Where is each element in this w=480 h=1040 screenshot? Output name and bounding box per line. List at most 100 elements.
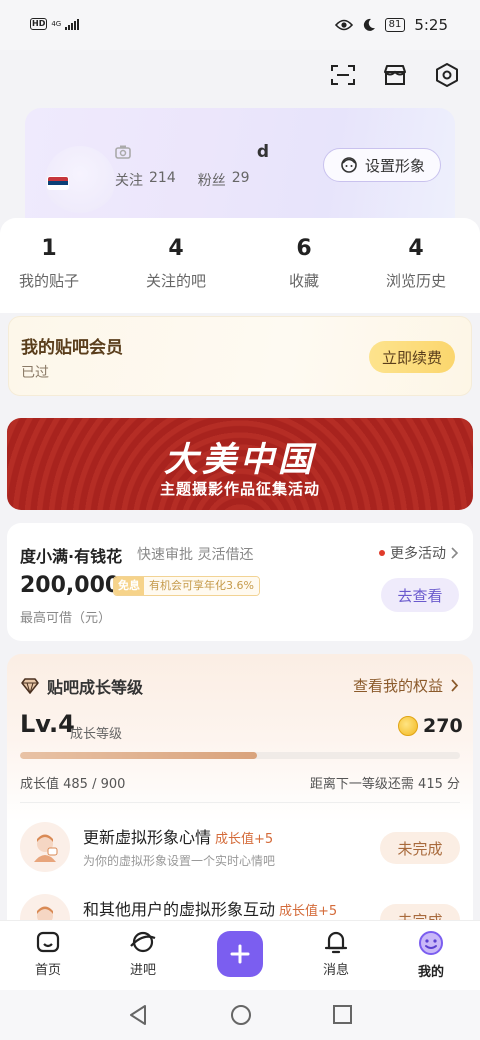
- stat-history[interactable]: 4 浏览历史: [361, 236, 471, 291]
- growth-progress-bar: [20, 752, 460, 759]
- task-avatar-icon: [20, 822, 70, 872]
- renew-button[interactable]: 立即续费: [369, 341, 455, 373]
- diamond-icon: [21, 678, 39, 694]
- loan-limit-label: 最高可借（元）: [20, 611, 112, 626]
- stat-value: 4: [168, 236, 184, 261]
- follow-label[interactable]: 关注: [115, 170, 143, 190]
- chevron-right-icon: [451, 679, 459, 692]
- chevron-right-icon: [451, 547, 459, 559]
- create-post-button[interactable]: [217, 931, 263, 977]
- flag-icon: [47, 176, 69, 190]
- divider: [20, 802, 460, 803]
- stats-row: 1 我的贴子 4 关注的吧 6 收藏 4 浏览历史: [0, 218, 480, 313]
- view-rights-label: 查看我的权益: [352, 677, 443, 695]
- loan-slogan: 快速审批 灵活借还: [137, 547, 254, 563]
- coin-count: 270: [423, 715, 463, 737]
- badge-text: 有机会可享年化3.6%: [144, 577, 259, 595]
- view-rights-link[interactable]: 查看我的权益: [353, 675, 459, 696]
- current-level: Lv.4: [20, 710, 75, 738]
- nav-label: 消息: [322, 963, 349, 978]
- recents-icon[interactable]: [331, 1003, 353, 1031]
- system-navigation-bar: [0, 990, 480, 1040]
- follow-count[interactable]: 214: [149, 170, 176, 190]
- network-indicator: HD 4G: [30, 18, 80, 30]
- loan-card[interactable]: 度小满·有钱花 快速审批 灵活借还 更多活动 200,000 免息 有机会可享年…: [7, 523, 473, 641]
- stat-posts[interactable]: 1 我的贴子: [0, 236, 104, 291]
- task-title: 更新虚拟形象心情 成长值+5: [83, 824, 273, 848]
- planet-icon: [130, 931, 156, 953]
- growth-title: 贴吧成长等级: [47, 678, 144, 697]
- task-status-button[interactable]: 未完成: [380, 832, 460, 864]
- back-icon[interactable]: [127, 1003, 149, 1031]
- task-reward: 成长值+5: [279, 904, 338, 919]
- plus-icon: [230, 944, 250, 964]
- shop-icon[interactable]: [380, 60, 410, 90]
- loan-name: 度小满·有钱花: [20, 547, 123, 566]
- bottom-navigation: 首页 进吧 消息 我的: [0, 920, 480, 990]
- stat-value: 6: [296, 236, 312, 261]
- nav-home[interactable]: 首页: [8, 929, 88, 978]
- view-loan-button[interactable]: 去查看: [381, 578, 459, 612]
- fans-count[interactable]: 29: [232, 170, 250, 190]
- membership-card[interactable]: 我的贴吧会员 已过 立即续费: [8, 316, 472, 396]
- battery-indicator: 81: [384, 18, 406, 32]
- growth-level-card: 贴吧成长等级 查看我的权益 Lv.4 成长等级 270 成长值 485 / 90…: [7, 654, 473, 934]
- hd-badge: HD: [30, 18, 48, 30]
- follow-stats: 关注 214 粉丝 29: [115, 170, 250, 190]
- stat-favorites[interactable]: 6 收藏: [249, 236, 359, 291]
- set-avatar-button[interactable]: 设置形象: [323, 148, 441, 182]
- progress-fill: [20, 752, 258, 759]
- stat-label: 浏览历史: [385, 272, 446, 290]
- nav-messages[interactable]: 消息: [296, 929, 376, 978]
- clock: 5:25: [414, 16, 448, 34]
- eye-icon: [334, 19, 353, 31]
- stat-label: 收藏: [288, 272, 319, 290]
- coin-icon: [398, 716, 418, 736]
- stat-label: 关注的吧: [145, 272, 206, 290]
- status-bar: HD 4G 81 5:25: [0, 0, 480, 50]
- nav-label: 我的: [417, 965, 444, 980]
- fans-label[interactable]: 粉丝: [198, 170, 226, 190]
- settings-hexagon-icon[interactable]: [432, 60, 462, 90]
- nav-mine[interactable]: 我的: [391, 929, 471, 980]
- stat-label: 我的贴子: [18, 272, 79, 290]
- smile-icon: [419, 931, 443, 955]
- stat-value: 4: [408, 236, 424, 261]
- promo-banner[interactable]: 大美中国 主题摄影作品征集活动: [7, 418, 473, 510]
- nav-bars[interactable]: 进吧: [103, 929, 183, 978]
- top-actions: [328, 60, 462, 90]
- bell-icon: [324, 931, 348, 954]
- task-title-text: 更新虚拟形象心情: [83, 828, 212, 847]
- loan-amount: 200,000: [20, 573, 121, 598]
- set-avatar-label: 设置形象: [364, 156, 425, 175]
- membership-title: 我的贴吧会员: [21, 338, 123, 358]
- badge-tag: 免息: [114, 577, 144, 595]
- network-type: 4G: [51, 19, 62, 28]
- task-item: 更新虚拟形象心情 成长值+5 为你的虚拟形象设置一个实时心情吧 未完成: [20, 822, 460, 878]
- more-activities-label: 更多活动: [390, 546, 446, 562]
- signal-icon: [65, 18, 80, 30]
- next-level-requirement: 距离下一等级还需 415 分: [309, 777, 460, 792]
- nav-label: 进吧: [129, 963, 156, 978]
- home-icon: [36, 931, 60, 953]
- task-description: 为你的虚拟形象设置一个实时心情吧: [83, 854, 276, 868]
- home-circle-icon[interactable]: [229, 1003, 253, 1031]
- growth-header: 贴吧成长等级: [21, 674, 143, 698]
- task-title: 和其他用户的虚拟形象互动 成长值+5: [83, 896, 337, 920]
- task-title-text: 和其他用户的虚拟形象互动: [83, 900, 276, 919]
- moon-icon: [363, 18, 375, 31]
- level-label: 成长等级: [70, 727, 123, 742]
- scan-icon[interactable]: [328, 60, 358, 90]
- task-reward: 成长值+5: [215, 832, 274, 847]
- banner-title: 大美中国: [164, 440, 316, 480]
- membership-status: 已过: [21, 365, 49, 381]
- nav-label: 首页: [34, 963, 61, 978]
- stat-followed-bars[interactable]: 4 关注的吧: [121, 236, 231, 291]
- stat-value: 1: [41, 236, 57, 261]
- avatar-face-icon: [341, 157, 357, 173]
- banner-subtitle: 主题摄影作品征集活动: [159, 480, 320, 498]
- more-activities-link[interactable]: 更多活动: [379, 543, 459, 563]
- interest-free-badge: 免息 有机会可享年化3.6%: [113, 576, 260, 596]
- username: d: [256, 142, 270, 162]
- growth-value: 成长值 485 / 900: [20, 777, 126, 792]
